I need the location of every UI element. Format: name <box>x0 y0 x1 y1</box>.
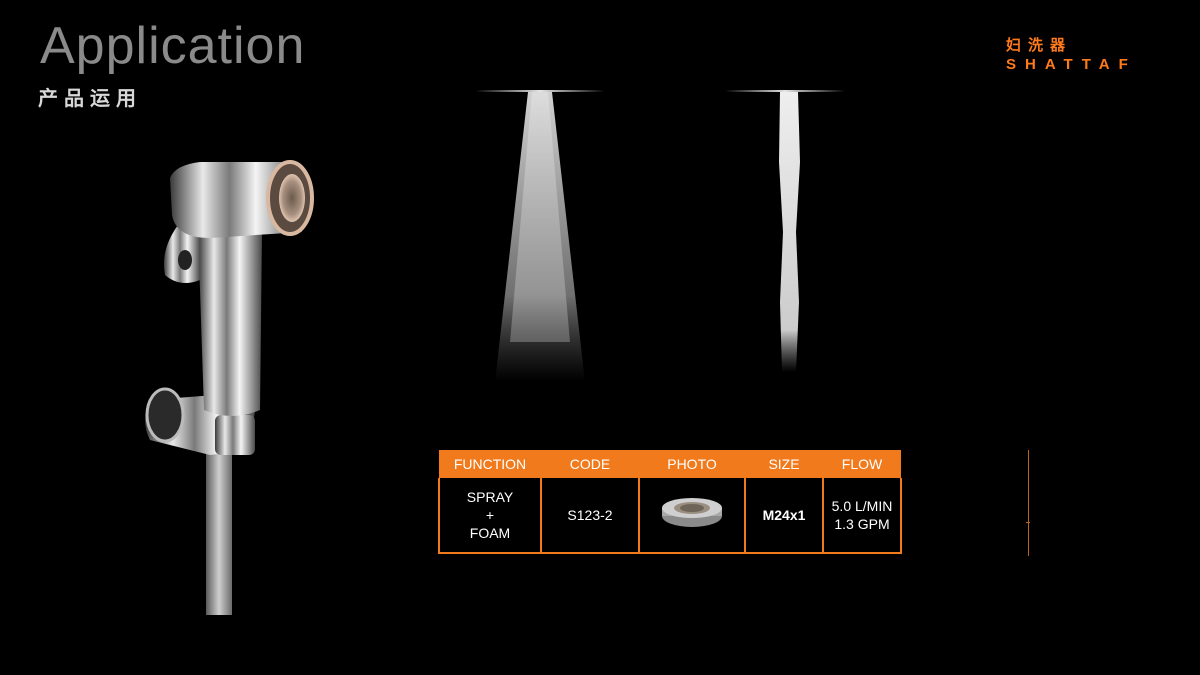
header-photo: PHOTO <box>639 450 745 478</box>
header-code: CODE <box>541 450 639 478</box>
spec-table: FUNCTION CODE PHOTO SIZE FLOW SPRAY + FO… <box>438 450 902 554</box>
cell-code: S123-2 <box>540 478 640 554</box>
page-subtitle: 产品运用 <box>38 86 142 110</box>
foam-stream-image <box>725 90 845 372</box>
table-header-row: FUNCTION CODE PHOTO SIZE FLOW <box>439 450 901 478</box>
product-image <box>145 160 314 615</box>
divider-line <box>1028 450 1029 556</box>
table-row: SPRAY + FOAM S123-2 M24x1 5.0 L/MIN 1.3 … <box>438 478 902 554</box>
cell-flow: 5.0 L/MIN 1.3 GPM <box>822 478 902 554</box>
cell-size: M24x1 <box>744 478 824 554</box>
header-function: FUNCTION <box>439 450 541 478</box>
aerator-insert-icon <box>662 498 722 527</box>
cell-function: SPRAY + FOAM <box>438 478 542 554</box>
divider-tick <box>1026 522 1030 523</box>
header-size: SIZE <box>745 450 823 478</box>
header-flow: FLOW <box>823 450 901 478</box>
brand-name-cn: 妇洗器 <box>1006 36 1073 54</box>
brand-name-en: SHATTAF <box>1006 56 1137 73</box>
page-title: Application <box>40 17 306 75</box>
spray-pattern-image <box>475 90 605 382</box>
cell-photo <box>638 478 746 554</box>
